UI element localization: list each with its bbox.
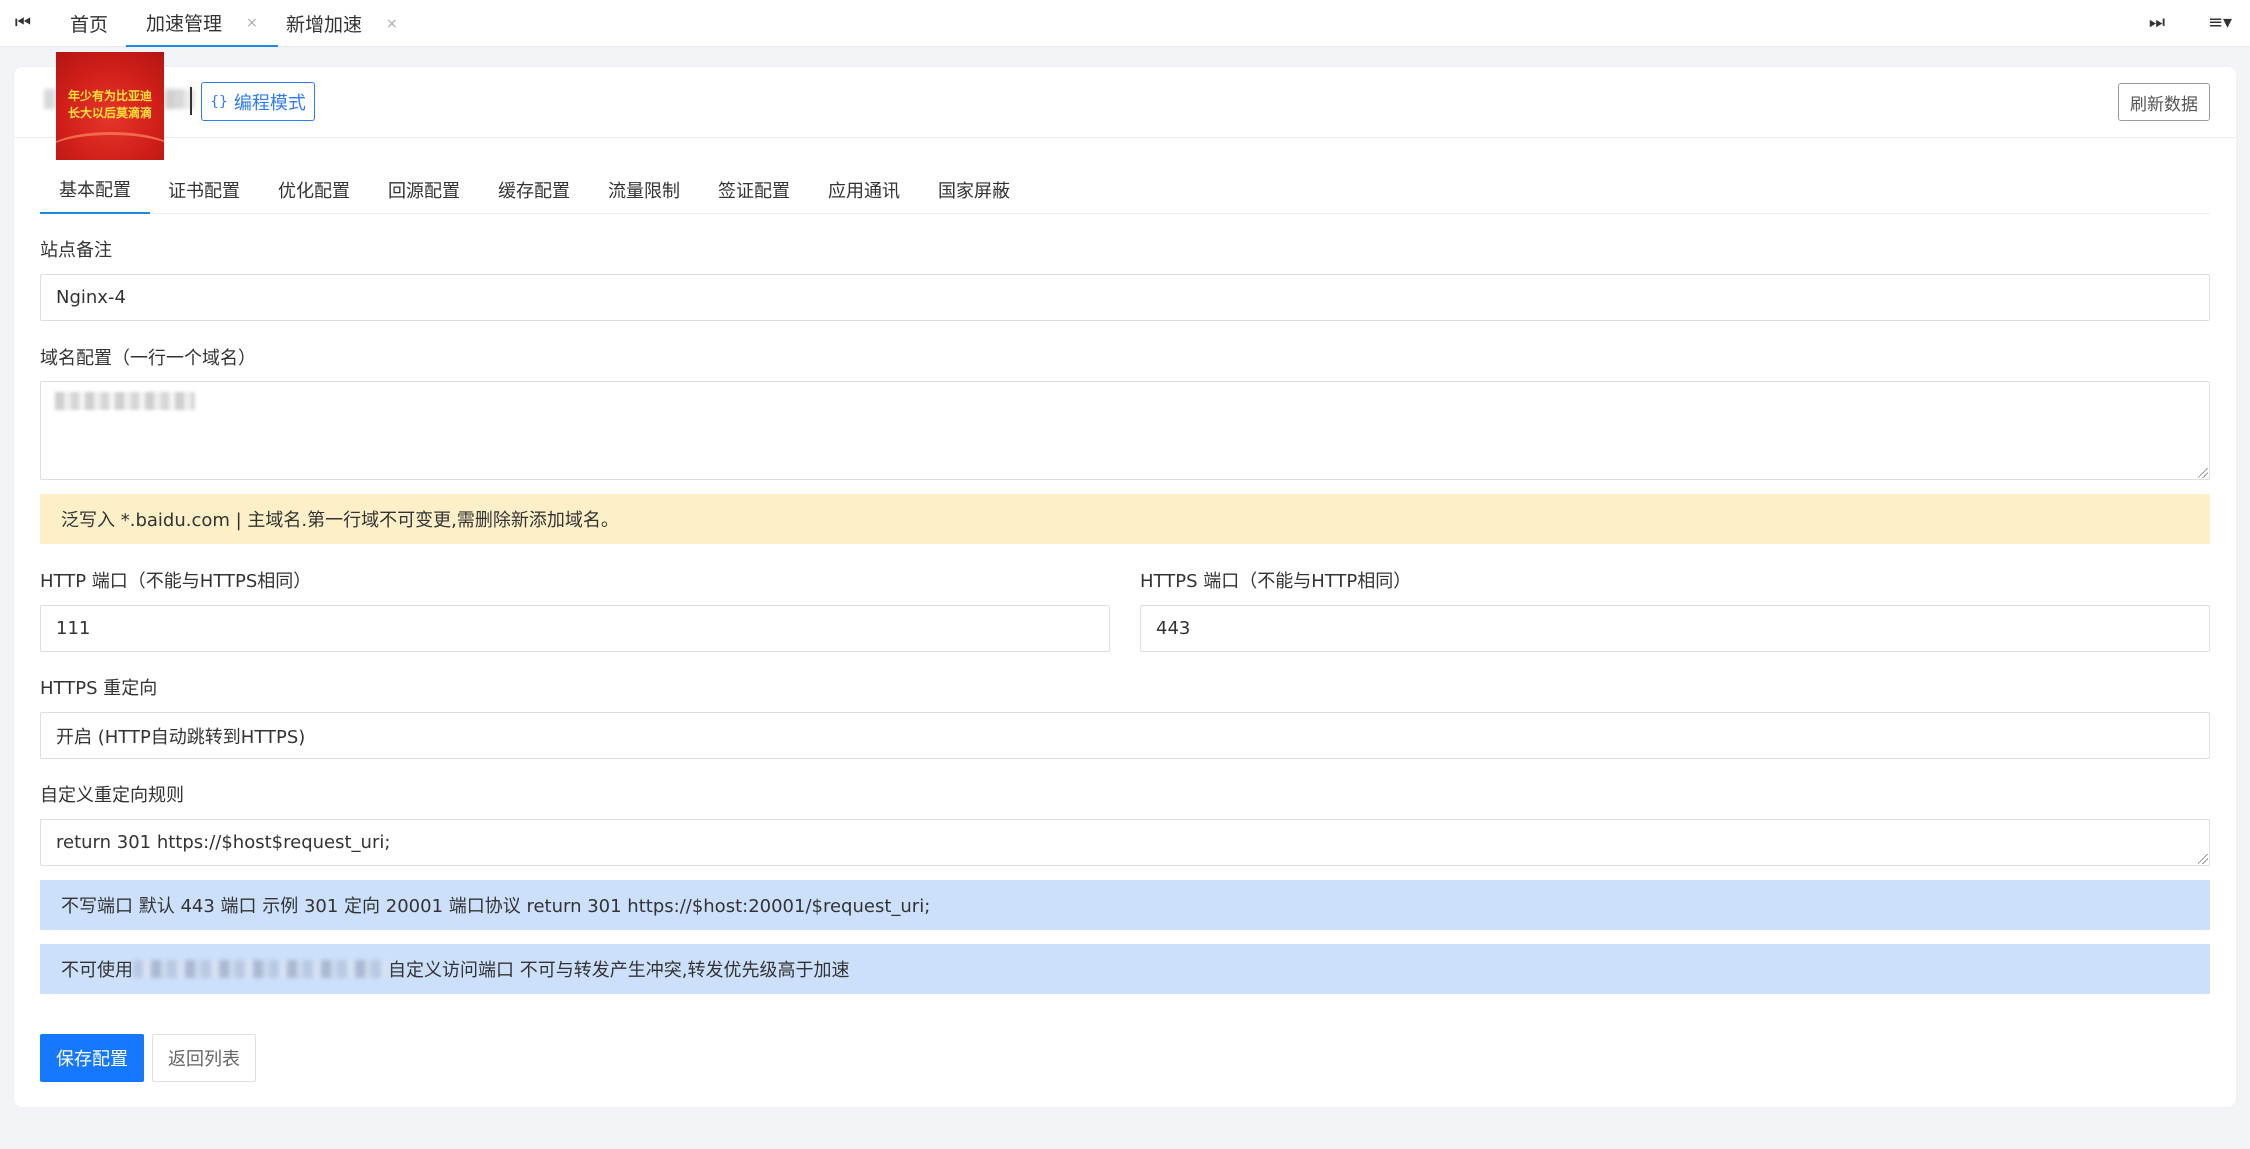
ports-redacted [133,960,388,978]
skip-forward-icon[interactable]: ⏭ [2134,0,2180,44]
tab-origin-config[interactable]: 回源配置 [384,166,464,214]
tab-label: 加速管理 [146,13,223,35]
card-header: 年少有为比亚迪 长大以后莫滴滴 {} 编程模式 刷新数据 [14,52,2236,160]
tab-acceleration-management[interactable]: 加速管理 × [126,0,278,47]
config-subtabs: 基本配置 证书配置 优化配置 回源配置 缓存配置 流量限制 签证配置 应用通讯 … [40,166,2210,214]
logo-wave-decoration [56,132,164,160]
tab-visa-config[interactable]: 签证配置 [714,166,794,214]
back-to-list-button[interactable]: 返回列表 [152,1034,256,1082]
domain-config-label: 域名配置（一行一个域名） [40,348,256,369]
tab-app-communication[interactable]: 应用通讯 [824,166,904,214]
domain-tip-alert: 泛写入 *.baidu.com | 主域名.第一行域不可变更,需删除新添加域名。 [40,494,2210,544]
config-card: 年少有为比亚迪 长大以后莫滴滴 {} 编程模式 刷新数据 基本配置 证书配置 优… [14,52,2236,1107]
resize-handle-icon[interactable] [2198,468,2208,478]
tab-certificate-config[interactable]: 证书配置 [164,166,244,214]
title-cursor-divider [190,87,192,115]
port-tip-suffix: 自定义访问端口 不可与转发产生冲突,转发优先级高于加速 [388,960,850,981]
logo-text-line1: 年少有为比亚迪 [67,89,152,103]
tab-basic-config[interactable]: 基本配置 [40,166,150,214]
redirect-tip-alert: 不写端口 默认 443 端口 示例 301 定向 20001 端口协议 retu… [40,880,2210,930]
code-mode-button[interactable]: {} 编程模式 [201,82,315,121]
save-config-button[interactable]: 保存配置 [40,1034,144,1082]
tab-label: 新增加速 [286,14,363,36]
braces-icon: {} [210,93,228,110]
https-port-input[interactable]: 443 [1140,605,2210,652]
close-icon[interactable]: × [386,16,398,32]
close-icon[interactable]: × [246,15,258,31]
custom-redirect-textarea[interactable]: return 301 https://$host$request_uri; [40,819,2210,866]
https-redirect-select[interactable]: 开启 (HTTP自动跳转到HTTPS) [40,712,2210,759]
site-note-label: 站点备注 [40,240,112,261]
custom-redirect-value: return 301 https://$host$request_uri; [56,832,391,853]
domain-config-textarea[interactable] [40,381,2210,480]
port-tip-prefix: 不可使用 [61,960,133,981]
tab-traffic-limit[interactable]: 流量限制 [604,166,684,214]
menu-dropdown-icon[interactable]: ≡▾ [2196,0,2244,44]
top-tab-bar: ⏮ 首页 加速管理 × 新增加速 × ⏭ ≡▾ [0,0,2250,47]
tab-country-block[interactable]: 国家屏蔽 [934,166,1014,214]
tab-label: 首页 [70,14,109,36]
logo-text-line2: 长大以后莫滴滴 [67,106,152,120]
site-note-input[interactable]: Nginx-4 [40,274,2210,321]
tab-optimization-config[interactable]: 优化配置 [274,166,354,214]
http-port-input[interactable]: 111 [40,605,1110,652]
https-redirect-label: HTTPS 重定向 [40,678,158,699]
refresh-data-button[interactable]: 刷新数据 [2118,83,2210,121]
tab-add-acceleration[interactable]: 新增加速 × [286,0,398,47]
domain-value-redacted [55,392,195,410]
avatar-image: 年少有为比亚迪 长大以后莫滴滴 [56,52,164,160]
custom-redirect-label: 自定义重定向规则 [40,785,184,806]
code-mode-label: 编程模式 [233,92,306,114]
tab-home[interactable]: 首页 [70,0,108,47]
tab-cache-config[interactable]: 缓存配置 [494,166,574,214]
http-port-label: HTTP 端口（不能与HTTPS相同） [40,571,312,592]
resize-handle-icon[interactable] [2198,854,2208,864]
port-tip-alert: 不可使用 自定义访问端口 不可与转发产生冲突,转发优先级高于加速 [40,944,2210,994]
https-port-label: HTTPS 端口（不能与HTTP相同） [1140,571,1412,592]
skip-backward-icon[interactable]: ⏮ [0,0,46,44]
